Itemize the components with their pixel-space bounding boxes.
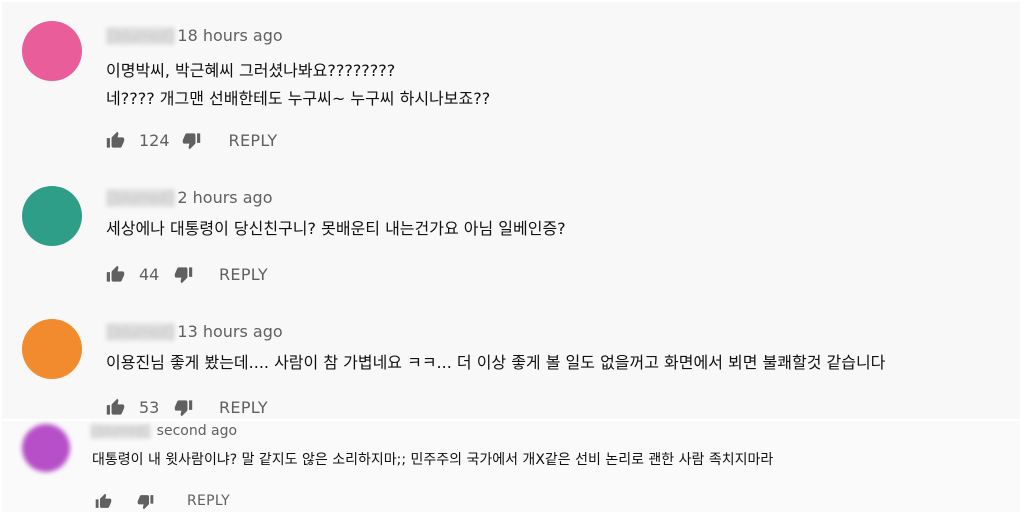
comment-text-line: 이명박씨, 박근혜씨 그러셨나봐요???????? (106, 61, 396, 80)
comment-actions: 124 REPLY (105, 130, 277, 150)
comment-time[interactable]: 13 hours ago (177, 322, 282, 341)
thumbs-down-icon[interactable] (173, 397, 193, 417)
comment-text-line: 네???? 개그맨 선배한테도 누구씨~ 누구씨 하시나보죠?? (106, 89, 491, 108)
comment-header: [blurred] 2 hours ago (106, 188, 272, 207)
thumbs-up-icon[interactable] (105, 130, 125, 150)
thumbs-up-icon[interactable] (105, 397, 125, 417)
like-count: 53 (139, 397, 160, 417)
thumbs-down-icon[interactable] (173, 264, 193, 284)
author-name[interactable]: [blurred] (106, 322, 176, 341)
comment-header: [blurred] 13 hours ago (106, 322, 283, 341)
thumbs-up-icon[interactable] (105, 264, 125, 284)
comment-actions: 44 REPLY (105, 264, 268, 284)
comment-time[interactable]: second ago (157, 423, 237, 439)
avatar[interactable] (22, 424, 70, 472)
avatar[interactable] (22, 186, 82, 246)
comment-text-line: 세상에나 대통령이 당신친구니? 못배운티 내는건가요 아님 일베인증? (106, 219, 566, 238)
like-count: 124 (139, 130, 170, 150)
comment-time[interactable]: 18 hours ago (177, 26, 282, 45)
comment-text-line: 이용진님 좋게 봤는데.... 사람이 참 가볍네요 ㅋㅋ... 더 이상 좋게… (106, 353, 886, 372)
reply-button[interactable]: REPLY (219, 398, 268, 417)
avatar[interactable] (22, 319, 82, 379)
thumbs-down-icon[interactable] (182, 130, 202, 150)
new-comment-panel: [blurred] second ago 대통령이 내 윗사람이냐? 말 같지도… (2, 421, 1020, 512)
comment-time[interactable]: 2 hours ago (177, 188, 272, 207)
thumbs-up-icon[interactable] (93, 491, 113, 511)
avatar[interactable] (22, 21, 82, 81)
author-name[interactable]: [blurred] (106, 26, 176, 45)
thumbs-down-icon[interactable] (135, 491, 155, 511)
reply-button[interactable]: REPLY (229, 131, 278, 150)
comments-panel: [blurred] 18 hours ago 이명박씨, 박근혜씨 그러셨나봐요… (2, 2, 1020, 419)
comment-header: [blurred] second ago (90, 423, 237, 439)
comment-actions: 53 REPLY (105, 397, 268, 417)
reply-button[interactable]: REPLY (187, 493, 230, 509)
comment-text-line: 대통령이 내 윗사람이냐? 말 같지도 않은 소리하지마;; 민주주의 국가에서… (92, 452, 774, 468)
comment-header: [blurred] 18 hours ago (106, 26, 283, 45)
like-count: 44 (139, 264, 160, 284)
comment-actions: REPLY (93, 491, 230, 511)
author-name[interactable]: [blurred] (106, 188, 176, 207)
reply-button[interactable]: REPLY (219, 265, 268, 284)
comment-thread: [blurred] 18 hours ago 이명박씨, 박근혜씨 그러셨나봐요… (2, 2, 1020, 150)
author-name[interactable]: [blurred] (90, 423, 151, 439)
